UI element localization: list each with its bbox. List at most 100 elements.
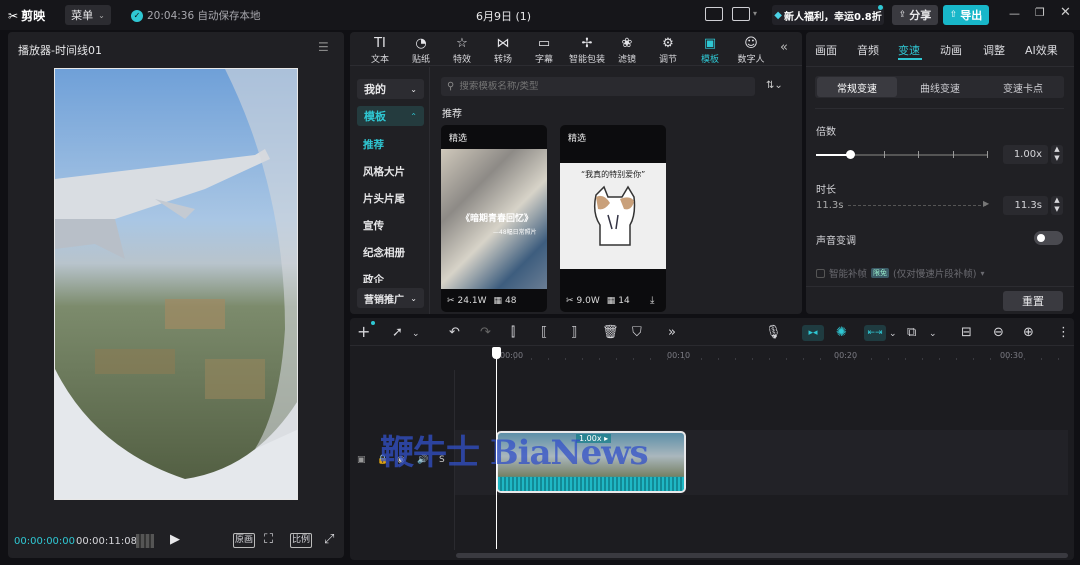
tool-template[interactable]: ▣ 模板 (690, 36, 730, 68)
add-track-icon[interactable]: + (357, 322, 370, 341)
dropdown-mine[interactable]: 我的 ⌄ (357, 79, 424, 99)
speed-value-input[interactable]: 1.00x (1003, 145, 1048, 164)
tool-label: 文本 (370, 55, 389, 65)
digital-human-icon: ☺ (744, 36, 758, 51)
delete-icon[interactable]: 🗑 (602, 325, 619, 340)
zoom-out-icon[interactable]: ⊖ (993, 325, 1004, 340)
menu-button[interactable]: 菜单 ⌄ (65, 5, 111, 25)
share-button[interactable]: ⇪ 分享 (892, 5, 938, 25)
tool-caption[interactable]: ▭ 字幕 (524, 36, 564, 68)
tab-adjust[interactable]: 调整 (983, 42, 1005, 58)
hamburger-icon[interactable]: ☰ (318, 40, 329, 54)
undo-icon[interactable]: ↶ (449, 325, 460, 340)
checkbox[interactable] (816, 268, 825, 278)
tab-picture[interactable]: 画面 (815, 42, 837, 58)
tool-effects[interactable]: ☆ 特效 (442, 36, 482, 68)
category-government[interactable]: 政企 (363, 272, 384, 283)
search-input[interactable] (459, 81, 740, 92)
close-icon[interactable]: ✕ (1060, 5, 1071, 20)
more-options-icon[interactable]: ⋮ (1057, 325, 1070, 340)
main-track-magnet-icon[interactable]: ▸◂ (802, 325, 824, 341)
auto-snap-icon[interactable]: ✺ (836, 325, 847, 340)
playhead-handle[interactable] (492, 347, 501, 359)
tool-label: 特效 (452, 55, 471, 65)
playhead-line[interactable] (496, 347, 497, 549)
template-search[interactable]: ⚲ (441, 77, 755, 96)
linkage-icon[interactable]: ⇤⇥ (864, 325, 886, 341)
chevron-down-icon[interactable]: ⌄ (412, 329, 420, 339)
dropdown-marketing[interactable]: 营销推广 ⌄ (357, 288, 424, 308)
tab-speed[interactable]: 变速 (898, 42, 920, 58)
export-button[interactable]: ⇧ 导出 (943, 5, 989, 25)
tool-filter[interactable]: ❀ 滤镜 (607, 36, 647, 68)
segment-beat-speed[interactable]: 变速卡点 (982, 77, 1064, 97)
category-recommend[interactable]: 推荐 (363, 137, 384, 152)
autosave-status: ✓ 20:04:36 自动保存本地 (131, 8, 261, 23)
pitch-toggle[interactable] (1034, 231, 1063, 245)
fullscreen-icon[interactable]: ⤢ (324, 532, 334, 547)
shield-icon[interactable]: ⛉ (632, 325, 642, 340)
tool-label: 转场 (493, 55, 512, 65)
download-icon[interactable]: ⤓ (650, 295, 654, 306)
segment-curve-speed[interactable]: 曲线变速 (899, 77, 981, 97)
preview-axis-icon[interactable]: ⧉ (907, 325, 916, 340)
layout-chevron-icon[interactable]: ▾ (753, 9, 757, 18)
chevron-down-icon[interactable]: ⌄ (929, 329, 937, 339)
chevron-down-icon: ⌄ (98, 10, 105, 20)
dropdown-template[interactable]: 模板 ⌃ (357, 106, 424, 126)
more-chevrons-icon[interactable]: » (668, 325, 676, 340)
speed-slider-thumb[interactable] (846, 150, 855, 159)
tool-text[interactable]: TI 文本 (360, 36, 400, 68)
fit-timeline-icon[interactable]: ⊟ (961, 325, 972, 340)
split-left-icon[interactable]: ⟦ (541, 325, 547, 340)
original-quality-button[interactable]: 原画 (233, 533, 255, 548)
category-intro-outro[interactable]: 片头片尾 (363, 191, 405, 206)
sort-filter-icon[interactable]: ⇅⌄ (766, 80, 783, 91)
notification-dot (371, 321, 375, 325)
section-title: 推荐 (442, 109, 462, 120)
capcut-logo-icon: ✂ (8, 8, 19, 23)
duration-value-input[interactable]: 11.3s (1003, 196, 1048, 215)
shortcut-keyboard-icon[interactable] (705, 7, 723, 21)
maximize-icon[interactable]: ❐ (1035, 6, 1045, 19)
select-cursor-icon[interactable]: ➚ (392, 325, 403, 340)
tool-sticker[interactable]: ◔ 贴纸 (401, 36, 441, 68)
play-icon[interactable]: ▶ (170, 532, 180, 547)
split-icon[interactable]: ⫿ (511, 325, 515, 340)
timeline-scrollbar[interactable] (456, 553, 1068, 558)
template-card[interactable]: 精选 《暗期青春回忆》 —48幅日常照片 ✂ 24.1W ▦ 48 (441, 125, 547, 312)
fit-screen-icon[interactable]: ⛶ (264, 532, 273, 547)
promo-button[interactable]: ◆ 新人福利，幸运0.8折 (772, 5, 884, 25)
card-badge: 精选 (568, 134, 587, 144)
tab-animation[interactable]: 动画 (940, 42, 962, 58)
tab-audio[interactable]: 音频 (857, 42, 879, 58)
speed-stepper[interactable]: ▲ ▼ (1051, 145, 1063, 164)
film-icon: ▦ (493, 296, 503, 306)
chevron-down-icon[interactable]: ⌄ (889, 329, 897, 339)
tool-adjust[interactable]: ⚙ 调节 (648, 36, 688, 68)
aspect-ratio-button[interactable]: 比例 (290, 533, 312, 548)
collapse-chevrons-icon[interactable]: « (780, 40, 788, 55)
template-card[interactable]: 精选 “我真的特别爱你” ✂ 9.0W ▦ 14 ⤓ (560, 125, 666, 312)
tool-transition[interactable]: ⋈ 转场 (483, 36, 523, 68)
category-album[interactable]: 纪念相册 (363, 245, 405, 260)
arrow-right-icon: ▶ (983, 199, 990, 208)
duration-stepper[interactable]: ▲ ▼ (1051, 196, 1063, 215)
tab-ai-effects[interactable]: AI效果 (1025, 42, 1058, 58)
category-promo[interactable]: 宣传 (363, 218, 384, 233)
layout-icon[interactable] (732, 7, 750, 21)
segment-normal-speed[interactable]: 常规变速 (817, 77, 897, 97)
tool-digital-human[interactable]: ☺ 数字人 (731, 36, 771, 68)
sparkle-icon: ✢ (581, 36, 593, 51)
zoom-in-icon[interactable]: ⊕ (1023, 325, 1034, 340)
split-right-icon[interactable]: ⟧ (571, 325, 577, 340)
waveform-icon[interactable] (136, 534, 154, 548)
reset-button[interactable]: 重置 (1003, 291, 1063, 311)
tool-smart-package[interactable]: ✢ 智能包装 (567, 36, 607, 68)
category-style[interactable]: 风格大片 (363, 164, 405, 179)
minimize-icon[interactable]: — (1009, 7, 1020, 20)
video-preview[interactable] (54, 68, 298, 500)
card-stats: ✂ 9.0W ▦ 14 (566, 296, 630, 306)
redo-icon[interactable]: ↷ (480, 325, 491, 340)
microphone-icon[interactable]: 🎙 (765, 325, 782, 340)
